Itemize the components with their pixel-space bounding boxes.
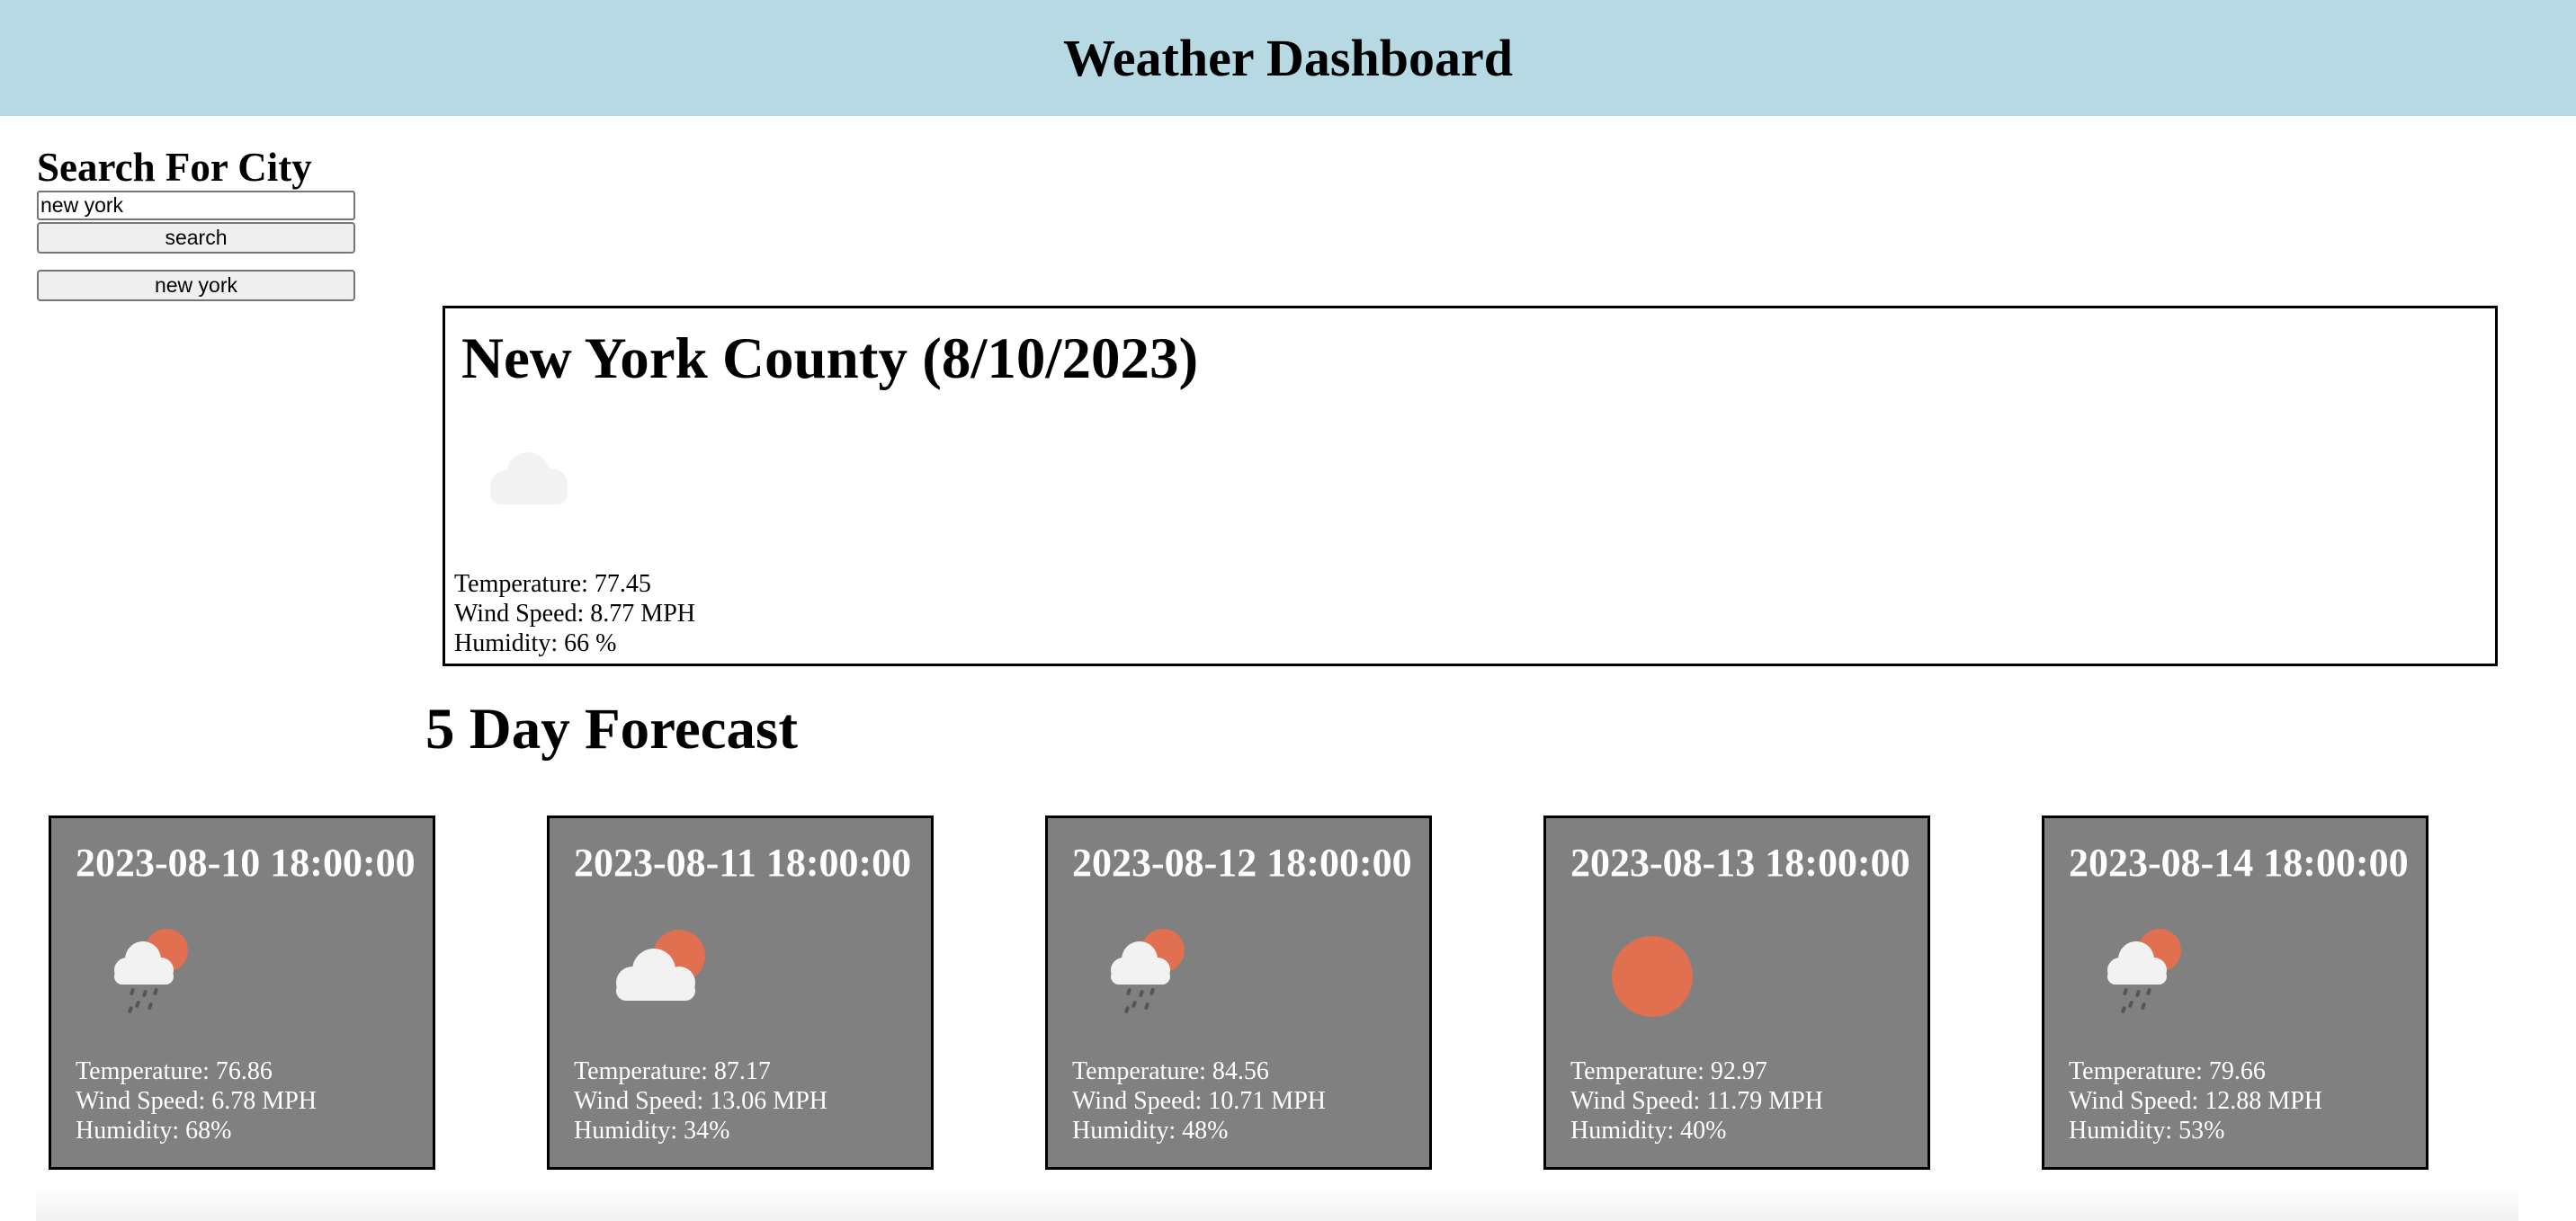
forecast-stats: Temperature: 79.66 Wind Speed: 12.88 MPH… bbox=[2069, 1056, 2322, 1145]
current-wind-speed: Wind Speed: 8.77 MPH bbox=[454, 600, 695, 628]
forecast-wind-speed: Wind Speed: 6.78 MPH bbox=[76, 1087, 317, 1115]
forecast-wind-speed: Wind Speed: 13.06 MPH bbox=[574, 1087, 827, 1115]
forecast-wind-speed: Wind Speed: 12.88 MPH bbox=[2069, 1087, 2322, 1115]
forecast-date: 2023-08-10 18:00:00 bbox=[76, 841, 416, 885]
forecast-temperature: Temperature: 76.86 bbox=[76, 1057, 273, 1085]
forecast-date: 2023-08-13 18:00:00 bbox=[1570, 841, 1910, 885]
forecast-humidity: Humidity: 34% bbox=[574, 1117, 730, 1145]
page-title: Weather Dashboard bbox=[1062, 29, 1514, 87]
forecast-card: 2023-08-14 18:00:00 Temperature: 79.66 W… bbox=[2042, 815, 2428, 1170]
forecast-date: 2023-08-14 18:00:00 bbox=[2069, 841, 2409, 885]
forecast-humidity: Humidity: 40% bbox=[1570, 1117, 1727, 1145]
forecast-stats: Temperature: 76.86 Wind Speed: 6.78 MPH … bbox=[76, 1056, 317, 1145]
forecast-date: 2023-08-12 18:00:00 bbox=[1072, 841, 1412, 885]
forecast-temperature: Temperature: 87.17 bbox=[574, 1057, 771, 1085]
forecast-card: 2023-08-12 18:00:00 Temperature: 84.56 W… bbox=[1045, 815, 1432, 1170]
forecast-humidity: Humidity: 48% bbox=[1072, 1117, 1229, 1145]
forecast-card: 2023-08-11 18:00:00 Temperature: 87.17 W… bbox=[547, 815, 934, 1170]
forecast-temperature: Temperature: 92.97 bbox=[1570, 1057, 1767, 1085]
search-panel: Search For City search new york bbox=[37, 144, 361, 308]
current-stats: Temperature: 77.45 Wind Speed: 8.77 MPH … bbox=[454, 569, 695, 658]
current-temperature: Temperature: 77.45 bbox=[454, 570, 651, 598]
search-heading: Search For City bbox=[37, 145, 312, 190]
rain-sun-icon bbox=[2097, 922, 2214, 1020]
city-search-input[interactable] bbox=[37, 191, 355, 220]
forecast-humidity: Humidity: 53% bbox=[2069, 1117, 2225, 1145]
weather-dashboard-page: Weather Dashboard Search For City search… bbox=[0, 0, 2576, 1221]
current-city-title: New York County (8/10/2023) bbox=[461, 326, 1199, 391]
forecast-date: 2023-08-11 18:00:00 bbox=[574, 841, 912, 885]
forecast-card: 2023-08-10 18:00:00 Temperature: 76.86 W… bbox=[49, 815, 435, 1170]
history-city-button[interactable]: new york bbox=[37, 270, 355, 301]
page-bottom-divider bbox=[36, 1185, 2518, 1221]
rain-sun-icon bbox=[1100, 922, 1217, 1020]
forecast-wind-speed: Wind Speed: 11.79 MPH bbox=[1570, 1087, 1823, 1115]
forecast-temperature: Temperature: 79.66 bbox=[2069, 1057, 2266, 1085]
search-history: new york bbox=[37, 270, 361, 301]
cloud-sun-icon bbox=[602, 922, 719, 1020]
search-button[interactable]: search bbox=[37, 222, 355, 254]
rain-sun-icon bbox=[103, 922, 220, 1020]
forecast-stats: Temperature: 92.97 Wind Speed: 11.79 MPH… bbox=[1570, 1056, 1823, 1145]
forecast-stats: Temperature: 87.17 Wind Speed: 13.06 MPH… bbox=[574, 1056, 827, 1145]
cloud-icon bbox=[481, 441, 582, 513]
sun-icon bbox=[1598, 922, 1715, 1020]
forecast-heading: 5 Day Forecast bbox=[425, 697, 798, 762]
forecast-card: 2023-08-13 18:00:00 Temperature: 92.97 W… bbox=[1543, 815, 1930, 1170]
current-weather-card: New York County (8/10/2023) Temperature:… bbox=[443, 306, 2498, 666]
app-header: Weather Dashboard bbox=[0, 0, 2576, 116]
forecast-wind-speed: Wind Speed: 10.71 MPH bbox=[1072, 1087, 1326, 1115]
current-humidity: Humidity: 66 % bbox=[454, 629, 617, 657]
forecast-temperature: Temperature: 84.56 bbox=[1072, 1057, 1269, 1085]
forecast-stats: Temperature: 84.56 Wind Speed: 10.71 MPH… bbox=[1072, 1056, 1326, 1145]
forecast-humidity: Humidity: 68% bbox=[76, 1117, 232, 1145]
